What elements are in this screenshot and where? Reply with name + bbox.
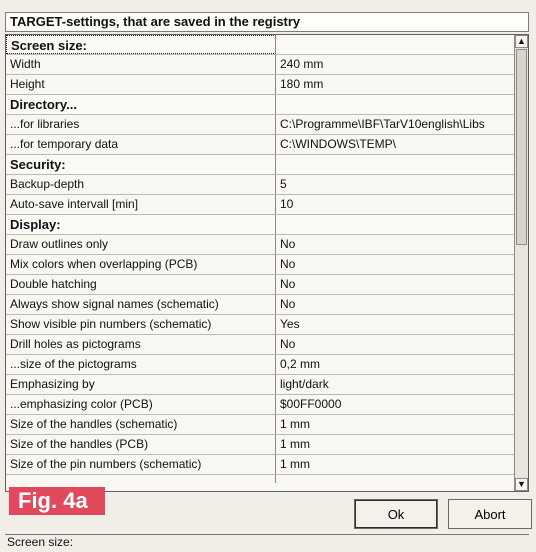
partially-visible-label: [6, 475, 276, 483]
scroll-up-button[interactable]: ▲: [515, 35, 528, 48]
setting-value[interactable]: 1 mm: [276, 415, 514, 434]
triangle-up-icon: ▲: [517, 36, 526, 46]
abort-button[interactable]: Abort: [448, 499, 532, 529]
setting-value[interactable]: 5: [276, 175, 514, 194]
setting-value[interactable]: 10: [276, 195, 514, 214]
setting-label: ...size of the pictograms: [6, 355, 276, 374]
setting-row[interactable]: Size of the pin numbers (schematic) 1 mm: [6, 455, 514, 475]
setting-label: Double hatching: [6, 275, 276, 294]
triangle-down-icon: ▼: [517, 479, 526, 489]
section-label: Screen size:: [6, 35, 276, 54]
section-row[interactable]: Display:: [6, 215, 514, 235]
setting-value[interactable]: 1 mm: [276, 435, 514, 454]
setting-value[interactable]: $00FF0000: [276, 395, 514, 414]
section-value: [276, 35, 514, 54]
setting-value[interactable]: No: [276, 235, 514, 254]
section-value: [276, 215, 514, 234]
setting-value[interactable]: No: [276, 275, 514, 294]
setting-row[interactable]: Double hatching No: [6, 275, 514, 295]
setting-value[interactable]: 1 mm: [276, 455, 514, 474]
setting-value[interactable]: No: [276, 335, 514, 354]
setting-row[interactable]: ...for temporary data C:\WINDOWS\TEMP\: [6, 135, 514, 155]
setting-row[interactable]: Emphasizing by light/dark: [6, 375, 514, 395]
scroll-thumb[interactable]: [516, 49, 527, 245]
setting-label: Size of the handles (PCB): [6, 435, 276, 454]
section-value: [276, 155, 514, 174]
setting-value[interactable]: No: [276, 255, 514, 274]
setting-row[interactable]: Width 240 mm: [6, 55, 514, 75]
section-row[interactable]: Security:: [6, 155, 514, 175]
setting-value[interactable]: Yes: [276, 315, 514, 334]
setting-value[interactable]: light/dark: [276, 375, 514, 394]
settings-grid[interactable]: Screen size: Width 240 mm Height 180 mm Direc…: [5, 34, 529, 492]
setting-row[interactable]: Backup-depth 5: [6, 175, 514, 195]
setting-label: Size of the pin numbers (schematic): [6, 455, 276, 474]
setting-value[interactable]: 180 mm: [276, 75, 514, 94]
setting-row[interactable]: Mix colors when overlapping (PCB) No: [6, 255, 514, 275]
setting-row[interactable]: Show visible pin numbers (schematic) Yes: [6, 315, 514, 335]
setting-label: Emphasizing by: [6, 375, 276, 394]
figure-label: Fig. 4a: [9, 487, 105, 515]
section-label: Display:: [6, 215, 276, 234]
setting-label: Height: [6, 75, 276, 94]
window-title: TARGET-settings, that are saved in the r…: [5, 12, 529, 32]
partially-visible-row: [6, 475, 514, 483]
setting-label: Size of the handles (schematic): [6, 415, 276, 434]
ok-button[interactable]: Ok: [354, 499, 438, 529]
section-row[interactable]: Directory...: [6, 95, 514, 115]
section-label: Directory...: [6, 95, 276, 114]
setting-row[interactable]: Size of the handles (schematic) 1 mm: [6, 415, 514, 435]
setting-label: Auto-save intervall [min]: [6, 195, 276, 214]
setting-label: ...for libraries: [6, 115, 276, 134]
setting-value[interactable]: 240 mm: [276, 55, 514, 74]
setting-value[interactable]: 0,2 mm: [276, 355, 514, 374]
setting-value[interactable]: No: [276, 295, 514, 314]
setting-label: Draw outlines only: [6, 235, 276, 254]
setting-label: Show visible pin numbers (schematic): [6, 315, 276, 334]
setting-label: ...for temporary data: [6, 135, 276, 154]
setting-row[interactable]: ...emphasizing color (PCB) $00FF0000: [6, 395, 514, 415]
partially-visible-value: [276, 475, 514, 483]
setting-row[interactable]: Draw outlines only No: [6, 235, 514, 255]
setting-label: Backup-depth: [6, 175, 276, 194]
scroll-down-button[interactable]: ▼: [515, 478, 528, 491]
setting-row[interactable]: ...for libraries C:\Programme\IBF\TarV10e…: [6, 115, 514, 135]
section-value: [276, 95, 514, 114]
setting-label: Always show signal names (schematic): [6, 295, 276, 314]
setting-row[interactable]: Always show signal names (schematic) No: [6, 295, 514, 315]
setting-row[interactable]: Size of the handles (PCB) 1 mm: [6, 435, 514, 455]
setting-label: Mix colors when overlapping (PCB): [6, 255, 276, 274]
setting-label: Drill holes as pictograms: [6, 335, 276, 354]
setting-row[interactable]: Height 180 mm: [6, 75, 514, 95]
setting-value[interactable]: C:\Programme\IBF\TarV10english\Libs: [276, 115, 514, 134]
status-bar: Screen size:: [5, 534, 529, 550]
setting-label: Width: [6, 55, 276, 74]
settings-window: TARGET-settings, that are saved in the r…: [0, 0, 536, 552]
section-row[interactable]: Screen size:: [6, 35, 514, 55]
section-label: Security:: [6, 155, 276, 174]
setting-value[interactable]: C:\WINDOWS\TEMP\: [276, 135, 514, 154]
settings-grid-body: Screen size: Width 240 mm Height 180 mm Direc…: [6, 35, 514, 491]
setting-row[interactable]: Drill holes as pictograms No: [6, 335, 514, 355]
vertical-scrollbar[interactable]: ▲ ▼: [514, 35, 528, 491]
setting-row[interactable]: ...size of the pictograms 0,2 mm: [6, 355, 514, 375]
setting-row[interactable]: Auto-save intervall [min] 10: [6, 195, 514, 215]
setting-label: ...emphasizing color (PCB): [6, 395, 276, 414]
